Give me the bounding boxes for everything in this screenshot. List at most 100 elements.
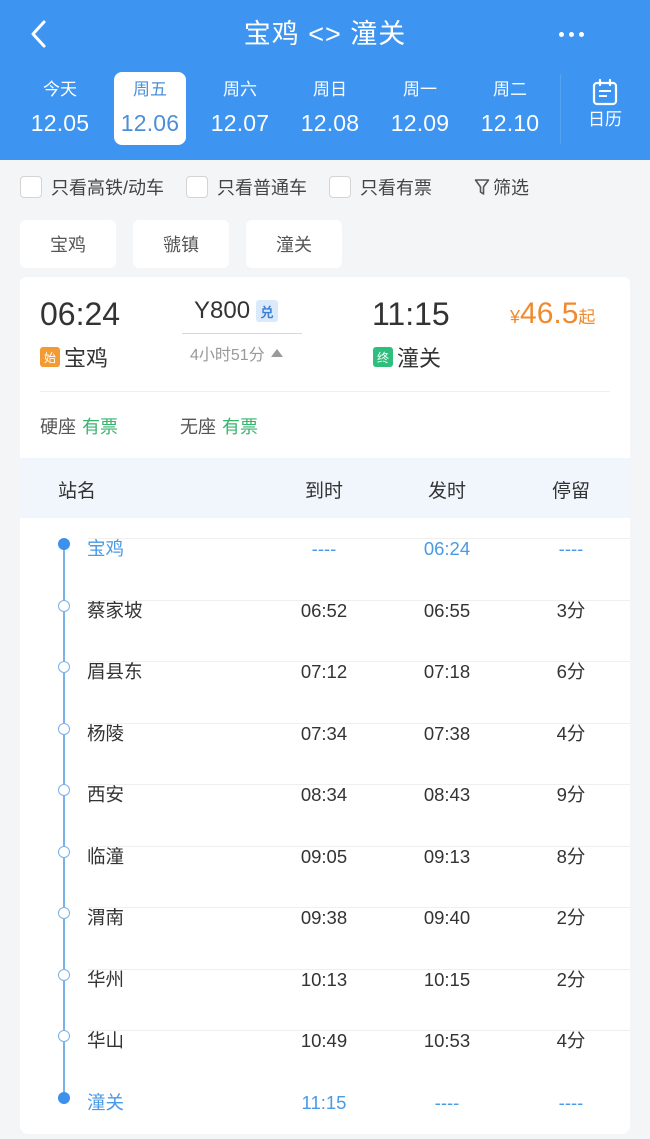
route-line <box>182 333 302 334</box>
stop-row[interactable]: 西安 08:34 08:43 9分 <box>20 764 630 826</box>
price-suffix: 起 <box>578 308 596 327</box>
stop-arrive: 08:34 <box>300 784 348 805</box>
row-divider <box>88 661 630 662</box>
date-value: 12.10 <box>480 110 540 136</box>
row-divider <box>88 722 630 724</box>
stop-dot-icon <box>58 907 70 919</box>
checkbox-label: 只看高铁/动车 <box>51 178 165 198</box>
stop-station: 眉县东 <box>87 661 143 682</box>
stop-stay: 3分 <box>556 599 586 621</box>
price-currency: ¥ <box>510 307 521 327</box>
stop-row[interactable]: 蔡家坡 06:52 06:55 3分 <box>20 580 630 642</box>
date-tab[interactable]: 周日 12.08 <box>285 72 375 145</box>
date-tab[interactable]: 周二 12.10 <box>465 72 555 145</box>
stop-row[interactable]: 渭南 09:38 09:40 2分 <box>20 887 630 949</box>
date-value: 12.08 <box>300 110 360 136</box>
caret-up-icon <box>270 349 283 357</box>
filter-bar: 只看高铁/动车 只看普通车 只看有票 筛选 <box>20 172 529 202</box>
seat-type: 无座 <box>180 417 216 437</box>
stop-row[interactable]: 宝鸡 ---- 06:24 ---- <box>20 518 630 580</box>
calendar-button[interactable]: 日历 <box>570 76 640 144</box>
end-tag: 终 <box>373 347 393 367</box>
duration-toggle[interactable]: 4小时51分 <box>190 341 283 365</box>
funnel-icon <box>474 179 490 195</box>
stop-depart: 09:40 <box>423 907 471 928</box>
stop-depart: 06:55 <box>423 599 471 621</box>
divider <box>40 391 610 392</box>
seat-standing: 无座 有票 <box>180 413 258 439</box>
station-chip[interactable]: 虢镇 <box>133 220 229 268</box>
date-value: 12.06 <box>120 110 180 136</box>
header-arrive: 到时 <box>304 481 343 502</box>
stop-dot-icon <box>58 538 70 550</box>
row-divider <box>88 845 630 847</box>
stop-station: 宝鸡 <box>87 538 125 559</box>
date-weekday: 周日 <box>313 80 347 99</box>
stop-arrive: 06:52 <box>300 599 348 621</box>
date-weekday: 周一 <box>403 80 437 99</box>
stop-row[interactable]: 眉县东 07:12 07:18 6分 <box>20 641 630 703</box>
more-button[interactable] <box>548 14 594 54</box>
stop-depart: 10:53 <box>423 1030 471 1051</box>
train-number: Y800 兑 <box>194 297 279 325</box>
stop-arrive: 10:49 <box>300 1030 348 1051</box>
calendar-divider <box>560 74 561 144</box>
seat-status: 有票 <box>82 417 118 437</box>
seat-availability: 硬座 有票 无座 有票 <box>40 413 320 439</box>
row-divider <box>88 784 630 785</box>
stop-row[interactable]: 华山 10:49 10:53 4分 <box>20 1010 630 1072</box>
stop-depart: 07:38 <box>423 722 471 744</box>
date-weekday: 周二 <box>493 80 527 99</box>
train-card[interactable]: 06:24 始 宝鸡 Y800 兑 4小时51分 11:15 终 潼关 ¥ 46… <box>20 277 630 458</box>
stop-row[interactable]: 杨陵 07:34 07:38 4分 <box>20 703 630 765</box>
stop-stay: 2分 <box>556 907 586 928</box>
stop-station: 渭南 <box>87 907 125 928</box>
stop-stay: 4分 <box>556 1030 586 1051</box>
station-chip[interactable]: 潼关 <box>246 220 342 268</box>
date-weekday: 今天 <box>43 80 77 99</box>
station-chips: 宝鸡 虢镇 潼关 <box>20 220 342 268</box>
more-dot <box>578 31 584 37</box>
top-bar: 宝鸡 <> 潼关 今天 12.05 周五 12.06 周六 12.07 周日 1… <box>0 0 650 160</box>
date-tab-selected[interactable]: 周五 12.06 <box>114 72 186 145</box>
stop-stay: 8分 <box>556 845 586 867</box>
date-selector: 今天 12.05 周五 12.06 周六 12.07 周日 12.08 周一 1… <box>15 72 555 145</box>
stop-dot-icon <box>58 1030 70 1042</box>
stop-arrive: 07:34 <box>300 722 348 744</box>
stop-row[interactable]: 临潼 09:05 09:13 8分 <box>20 826 630 888</box>
stop-stay: ---- <box>558 1091 584 1113</box>
stop-dot-icon <box>58 1091 70 1104</box>
departure-station-name: 宝鸡 <box>64 346 109 371</box>
start-tag: 始 <box>40 347 60 367</box>
date-value: 12.07 <box>210 110 270 136</box>
station-chip[interactable]: 宝鸡 <box>20 220 116 268</box>
stop-stay: ---- <box>558 538 584 559</box>
stop-list: 宝鸡 ---- 06:24 ---- 蔡家坡 06:52 06:55 3分 眉县… <box>20 518 630 1133</box>
stop-stay: 6分 <box>556 661 586 682</box>
departure-time: 06:24 <box>40 296 121 332</box>
filter-available-checkbox[interactable]: 只看有票 <box>329 174 432 200</box>
date-tab[interactable]: 周六 12.07 <box>195 72 285 145</box>
checkbox-label: 只看有票 <box>360 178 433 198</box>
date-weekday: 周五 <box>133 80 167 99</box>
stop-arrive: 11:15 <box>301 1091 347 1113</box>
date-tab[interactable]: 周一 12.09 <box>375 72 465 145</box>
filter-button[interactable]: 筛选 <box>474 174 529 200</box>
filter-regular-checkbox[interactable]: 只看普通车 <box>186 174 307 200</box>
checkbox-icon <box>186 176 209 198</box>
stop-depart: 08:43 <box>423 784 471 805</box>
filter-high-speed-checkbox[interactable]: 只看高铁/动车 <box>20 174 164 200</box>
stop-arrive: 07:12 <box>300 661 348 682</box>
stop-row[interactable]: 潼关 11:15 ---- ---- <box>20 1072 630 1134</box>
timetable-header: 站名 到时 发时 停留 <box>20 458 630 518</box>
stop-station: 华州 <box>87 968 125 990</box>
stop-stay: 2分 <box>556 968 586 990</box>
date-value: 12.05 <box>30 110 90 136</box>
row-divider <box>88 538 630 539</box>
date-tab-today[interactable]: 今天 12.05 <box>15 72 105 145</box>
row-divider <box>88 968 630 970</box>
stop-station: 临潼 <box>87 845 125 867</box>
stop-row[interactable]: 华州 10:13 10:15 2分 <box>20 949 630 1011</box>
exchange-badge: 兑 <box>256 300 279 322</box>
checkbox-label: 只看普通车 <box>217 178 308 198</box>
